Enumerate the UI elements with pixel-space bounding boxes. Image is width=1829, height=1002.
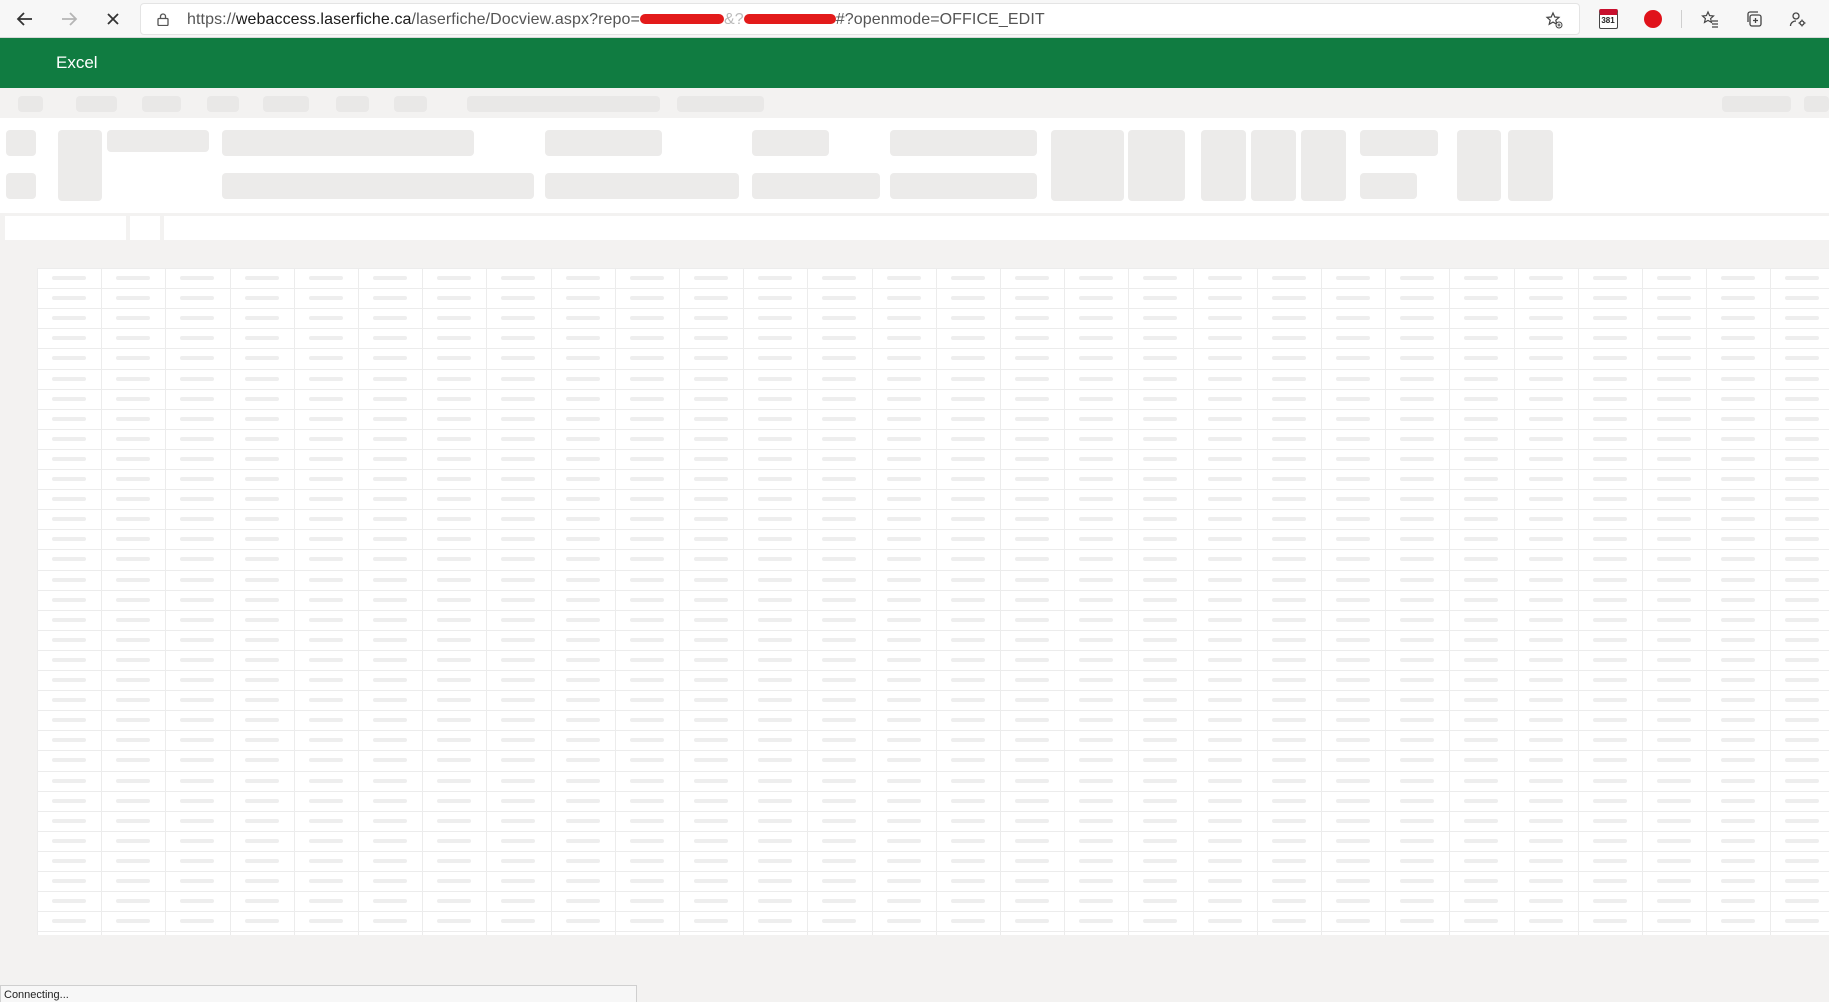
skeleton-block [336, 96, 369, 112]
forward-button[interactable] [55, 5, 83, 33]
formula-bar-skeleton [0, 213, 1829, 243]
skeleton-block [1051, 130, 1124, 201]
stop-loading-button[interactable] [99, 5, 127, 33]
skeleton-block [1722, 96, 1791, 112]
redaction-mark [640, 13, 724, 24]
status-text: Connecting... [4, 989, 69, 1001]
skeleton-block [752, 130, 829, 156]
arrow-right-icon [62, 12, 78, 26]
skeleton-block [18, 96, 43, 112]
skeleton-block [1457, 130, 1501, 201]
calendar-badge: 381 [1601, 16, 1615, 25]
app-title: Excel [56, 53, 98, 72]
collections-icon [1747, 11, 1762, 27]
skeleton-block [752, 173, 880, 199]
redaction-mark [743, 13, 836, 24]
ribbon-skeleton [0, 118, 1829, 213]
calendar-icon: 381 [1598, 9, 1618, 29]
address-bar[interactable]: https://webaccess.laserfiche.ca/laserfic… [140, 3, 1580, 35]
skeleton-block [222, 173, 534, 199]
skeleton-block [6, 130, 36, 156]
skeleton-block [1201, 130, 1246, 201]
url-path: /laserfiche/Docview.aspx?repo= [411, 11, 640, 28]
skeleton-block [1301, 130, 1346, 201]
skeleton-block [76, 96, 117, 112]
skeleton-block [545, 173, 739, 199]
skeleton-block [263, 96, 309, 112]
skeleton-block [1128, 130, 1185, 201]
star-add-icon [1545, 11, 1563, 29]
skeleton-block [1508, 130, 1553, 201]
name-box-skeleton [5, 216, 126, 240]
collections-button[interactable] [1743, 8, 1765, 30]
adblock-icon [1644, 10, 1662, 28]
skeleton-block [677, 96, 764, 112]
skeleton-block [1804, 96, 1829, 112]
skeleton-block [394, 96, 427, 112]
formula-input-skeleton [164, 216, 1829, 240]
skeleton-block [890, 130, 1037, 156]
skeleton-block [890, 173, 1037, 199]
lock-icon [157, 13, 169, 26]
url-suffix: #?openmode=OFFICE_EDIT [835, 11, 1045, 28]
arrow-left-icon [16, 12, 32, 26]
ribbon-tabs-skeleton [0, 88, 1829, 118]
skeleton-block [142, 96, 181, 112]
skeleton-block [1360, 130, 1438, 156]
spreadsheet-grid-skeleton [37, 268, 1829, 935]
status-bar: Connecting... [0, 985, 637, 1002]
back-button[interactable] [11, 5, 39, 33]
skeleton-block [1251, 130, 1296, 201]
app-header: Excel [0, 38, 1829, 88]
url-mid: &? [724, 11, 744, 28]
favorites-button[interactable] [1699, 8, 1721, 30]
skeleton-block [207, 96, 239, 112]
add-favorite-button[interactable] [1545, 11, 1563, 29]
skeleton-block [58, 130, 102, 201]
skeleton-block [107, 130, 209, 152]
browser-toolbar: https://webaccess.laserfiche.ca/laserfic… [0, 0, 1829, 38]
profile-settings-icon [1789, 12, 1806, 27]
adblock-extension-button[interactable] [1642, 8, 1664, 30]
skeleton-block [222, 130, 474, 156]
grid-lines [37, 268, 1829, 935]
close-icon [107, 13, 119, 25]
skeleton-block [1360, 173, 1417, 199]
calendar-extension-button[interactable]: 381 [1597, 8, 1619, 30]
skeleton-block [545, 130, 662, 156]
skeleton-block [467, 96, 660, 112]
toolbar-divider [1681, 10, 1682, 28]
function-button-skeleton [130, 216, 160, 240]
url-host: webaccess.laserfiche.ca [235, 11, 412, 28]
skeleton-block [6, 173, 36, 199]
url-text: https://webaccess.laserfiche.ca/laserfic… [187, 11, 1045, 29]
url-prefix: https:// [187, 11, 236, 28]
favorites-icon [1701, 10, 1718, 28]
profile-button[interactable] [1787, 8, 1809, 30]
